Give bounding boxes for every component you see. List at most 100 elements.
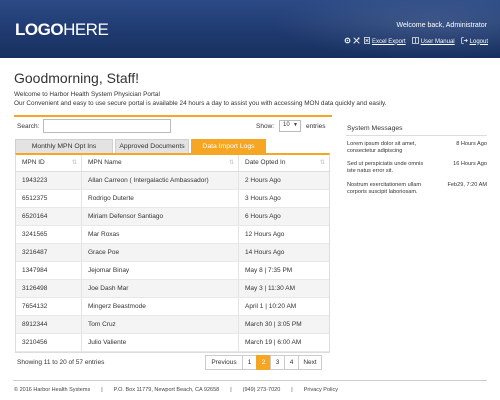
cell-date: May 3 | 11:30 AM	[245, 285, 295, 292]
privacy-policy-link[interactable]: Privacy Policy	[304, 387, 338, 393]
tab-bar: Monthly MPN Opt Ins Approved Documents D…	[15, 139, 268, 153]
cell-mpn-id: 6512375	[16, 190, 82, 207]
logo[interactable]: LOGOHERE	[15, 20, 109, 39]
sort-icon: ⇅	[319, 160, 325, 166]
cell-date: 14 Hours Ago	[245, 249, 285, 256]
logout-icon	[460, 37, 468, 46]
column-header-date-opted-in[interactable]: Date Opted In ⇅	[239, 155, 329, 171]
footer-copyright: © 2016 Harbor Health Systems	[14, 387, 91, 393]
table-row[interactable]: 1347984 Jejomar Binay May 8 | 7:35 PM	[16, 262, 329, 280]
table-row[interactable]: 6512375 Rodrigo Duterte 3 Hours Ago	[16, 190, 329, 208]
cell-mpn-id: 8912344	[16, 316, 82, 333]
table-row[interactable]: 3210456 Julio Valiente March 19 | 6:00 AM	[16, 334, 329, 352]
cell-mpn-name: Allan Carreon ( Intergalactic Ambassador…	[82, 172, 239, 189]
system-message-time: 16 Hours Ago	[453, 161, 487, 167]
cell-mpn-name: Miriam Defensor Santiago	[82, 208, 239, 225]
footer-phone: (949) 273-7020	[242, 387, 281, 393]
table-row[interactable]: 3241565 Mar Roxas 12 Hours Ago	[16, 226, 329, 244]
entries-select[interactable]: 10 ▼	[279, 120, 301, 132]
table-row[interactable]: 7654132 Mingerz Beastmode April 1 | 10:20 …	[16, 298, 329, 316]
cell-mpn-name: Mar Roxas	[82, 226, 239, 243]
manual-icon	[411, 37, 419, 46]
footer-separator: |	[230, 387, 232, 393]
data-table: MPN ID ⇅ MPN Name ⇅ Date Opted In ⇅ 1943223…	[15, 153, 330, 353]
cell-date: 6 Hours Ago	[245, 213, 281, 220]
cell-mpn-name: Grace Poe	[82, 244, 239, 261]
column-label: MPN Name	[88, 159, 122, 166]
cell-mpn-name: Mingerz Beastmode	[82, 298, 239, 315]
logout-link[interactable]: Logout	[470, 39, 488, 45]
sort-icon: ⇅	[71, 160, 77, 166]
cell-date: April 1 | 10:20 AM	[245, 303, 297, 310]
cell-mpn-id: 1943223	[16, 172, 82, 189]
user-manual-link[interactable]: User Manual	[421, 39, 455, 45]
system-message-text: Sed ut perspiciatis unde omnis iste natu…	[347, 161, 424, 174]
tab-approved-documents[interactable]: Approved Documents	[115, 139, 189, 153]
system-message-time: Feb29, 7:20 AM	[447, 182, 488, 188]
excel-export-link[interactable]: Excel Export	[372, 39, 406, 45]
table-row[interactable]: 6520164 Miriam Defensor Santiago 6 Hours A…	[16, 208, 329, 226]
page-3-button[interactable]: 3	[270, 355, 285, 370]
cell-date: 12 Hours Ago	[245, 231, 285, 238]
welcome-message: Welcome back, Administrator	[396, 22, 487, 29]
cell-mpn-id: 3210456	[16, 334, 82, 351]
cell-date: May 8 | 7:35 PM	[245, 267, 293, 274]
system-messages-title: System Messages	[347, 125, 403, 132]
column-header-mpn-name[interactable]: MPN Name ⇅	[82, 155, 239, 171]
cell-mpn-id: 3241565	[16, 226, 82, 243]
gear-icon[interactable]	[344, 37, 351, 46]
next-page-button[interactable]: Next	[298, 355, 322, 370]
table-row[interactable]: 3126498 Joe Dash Mar May 3 | 11:30 AM	[16, 280, 329, 298]
page-title: Goodmorning, Staff!	[14, 70, 140, 86]
cell-mpn-id: 1347984	[16, 262, 82, 279]
site-footer: © 2016 Harbor Health Systems | P.O. Box …	[14, 387, 338, 393]
cell-date: 2 Hours Ago	[245, 177, 281, 184]
cell-mpn-name: Jejomar Binay	[82, 262, 239, 279]
entries-select-value: 10	[283, 122, 290, 128]
entries-label: entries	[306, 123, 326, 130]
tab-data-import-logs[interactable]: Data Import Logs	[191, 139, 266, 153]
logo-bold-text: LOGO	[15, 20, 64, 39]
tools-icon[interactable]	[353, 37, 360, 46]
search-label: Search:	[17, 123, 40, 130]
system-message-time: 8 Hours Ago	[456, 141, 487, 147]
cell-mpn-id: 6520164	[16, 208, 82, 225]
table-body: 1943223 Allan Carreon ( Intergalactic Amb…	[16, 172, 329, 352]
footer-address: P.O. Box 11779, Newport Beach, CA 92658	[113, 387, 220, 393]
logo-light-text: HERE	[63, 20, 109, 39]
footer-divider	[13, 380, 487, 381]
search-input[interactable]	[43, 119, 171, 133]
table-header: MPN ID ⇅ MPN Name ⇅ Date Opted In ⇅	[16, 155, 329, 172]
previous-page-button[interactable]: Previous	[205, 355, 243, 370]
top-header: LOGOHERE Welcome back, Administrator Exc…	[0, 0, 500, 58]
table-row[interactable]: 1943223 Allan Carreon ( Intergalactic Amb…	[16, 172, 329, 190]
page-2-button[interactable]: 2	[256, 355, 271, 370]
cell-date: 3 Hours Ago	[245, 195, 281, 202]
tab-monthly-mpn-opt-ins[interactable]: Monthly MPN Opt Ins	[15, 139, 113, 153]
footer-separator: |	[291, 387, 293, 393]
system-message-text: Nostrum exercitationem ullam corporis su…	[347, 182, 421, 195]
cell-mpn-id: 3216487	[16, 244, 82, 261]
cell-date: March 30 | 3:05 PM	[245, 321, 302, 328]
table-row[interactable]: 3216487 Grace Poe 14 Hours Ago	[16, 244, 329, 262]
intro-line-1: Welcome to Harbor Health System Physicia…	[14, 91, 160, 98]
excel-icon	[364, 37, 370, 46]
cell-mpn-id: 7654132	[16, 298, 82, 315]
cell-mpn-name: Julio Valiente	[82, 334, 239, 351]
show-label: Show:	[256, 123, 275, 130]
intro-line-2: Our Convenient and easy to use secure po…	[14, 100, 387, 107]
accent-divider	[14, 115, 332, 117]
column-header-mpn-id[interactable]: MPN ID ⇅	[16, 155, 82, 171]
system-messages-divider	[346, 135, 487, 136]
table-row[interactable]: 8912344 Tom Cruz March 30 | 3:05 PM	[16, 316, 329, 334]
column-label: Date Opted In	[245, 159, 286, 166]
cell-mpn-name: Tom Cruz	[82, 316, 239, 333]
cell-mpn-name: Joe Dash Mar	[82, 280, 239, 297]
page-4-button[interactable]: 4	[284, 355, 299, 370]
column-label: MPN ID	[22, 159, 45, 166]
system-message-text: Lorem ipsum dolor sit amet, consectetur …	[347, 141, 417, 154]
footer-separator: |	[101, 387, 103, 393]
page-1-button[interactable]: 1	[242, 355, 257, 370]
cell-mpn-id: 3126498	[16, 280, 82, 297]
entries-info: Showing 11 to 20 of 57 entries	[17, 359, 105, 366]
